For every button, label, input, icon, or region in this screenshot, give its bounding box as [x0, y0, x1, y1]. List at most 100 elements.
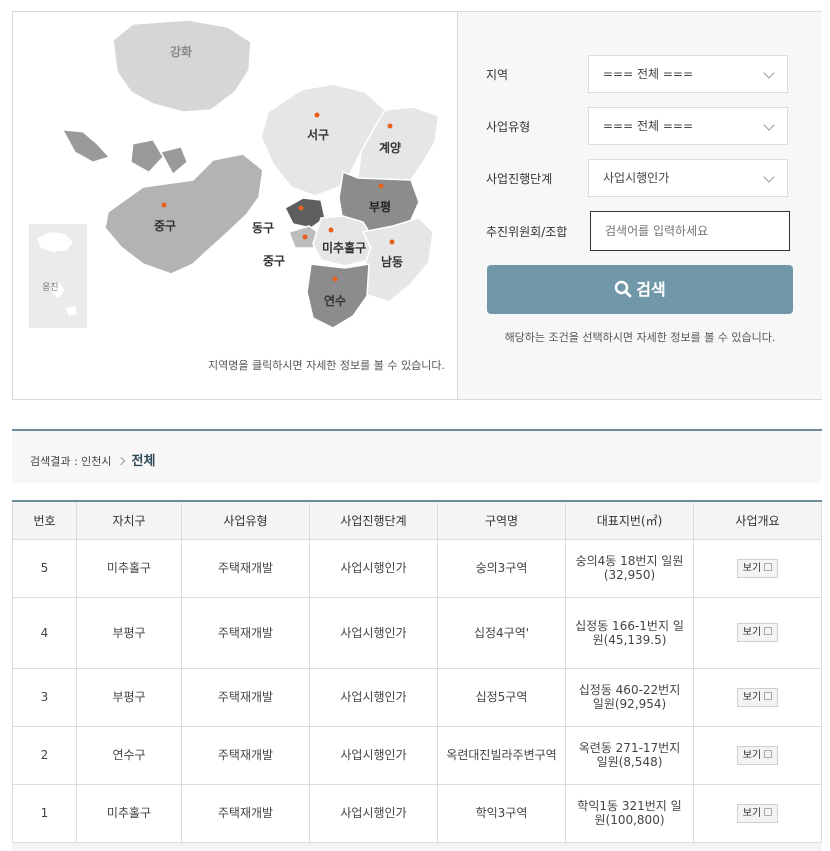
stage-label: 사업진행단계 — [486, 172, 553, 186]
external-link-icon — [764, 807, 773, 816]
cell-overview: 보기 — [693, 783, 822, 843]
chevron-right-icon — [116, 456, 125, 466]
map-label-seo[interactable]: 서구 — [307, 126, 329, 143]
cell-overview: 보기 — [693, 596, 822, 669]
table-row: 2 연수구 주택재개발 사업시행인가 옥련대진빌라주변구역 옥련동 271-17… — [12, 725, 822, 785]
view-button-label: 보기 — [742, 562, 762, 574]
search-button[interactable]: 검색 — [487, 265, 793, 314]
view-button-label: 보기 — [742, 749, 762, 761]
external-link-icon — [764, 691, 773, 700]
chevron-down-icon — [763, 171, 775, 183]
committee-search-input[interactable] — [590, 211, 790, 251]
map-dot-seo — [314, 112, 320, 118]
cell-zone: 십정5구역 — [437, 667, 566, 727]
col-header-lot: 대표지번(㎡) — [565, 501, 694, 540]
search-panel: 옹진 강화 서구 계양 중구 부평 동구 미추홀구 중구 남동 연수 지역명을 … — [12, 11, 822, 400]
chevron-down-icon — [763, 119, 775, 131]
cell-lot: 십정동 166-1번지 일원(45,139.5) — [565, 596, 694, 669]
type-label: 사업유형 — [486, 120, 531, 134]
cell-type: 주택재개발 — [181, 725, 310, 785]
ongjin-islands-graphic — [37, 232, 77, 316]
map-region-jung-big — [104, 153, 264, 275]
cell-lot: 숭의4동 18번지 일원(32,950) — [565, 538, 694, 598]
committee-label: 추진위원회/조합 — [486, 225, 568, 239]
cell-type: 주택재개발 — [181, 667, 310, 727]
table-row: 1 미추홀구 주택재개발 사업시행인가 학익3구역 학익1동 321번지 일원(… — [12, 783, 822, 843]
cell-stage: 사업시행인가 — [309, 596, 438, 669]
map-region-ganghwa — [112, 19, 252, 113]
map-instruction: 지역명을 클릭하시면 자세한 정보를 볼 수 있습니다. — [208, 359, 445, 372]
map-label-yeonsu[interactable]: 연수 — [324, 292, 346, 309]
type-select-value: === 전체 === — [603, 119, 694, 133]
map-dot-bupyeong — [378, 183, 384, 189]
cell-district: 미추홀구 — [76, 783, 182, 843]
type-select[interactable]: === 전체 === — [588, 107, 788, 145]
cell-stage: 사업시행인가 — [309, 783, 438, 843]
region-select-value: === 전체 === — [603, 67, 694, 81]
external-link-icon — [764, 749, 773, 758]
table-row: 4 부평구 주택재개발 사업시행인가 십정4구역' 십정동 166-1번지 일원… — [12, 596, 822, 669]
region-select[interactable]: === 전체 === — [588, 55, 788, 93]
map-region-ongjin[interactable]: 옹진 — [29, 224, 87, 328]
col-header-district: 자치구 — [76, 501, 182, 540]
map-label-gyeyang[interactable]: 계양 — [379, 139, 401, 156]
cell-no: 2 — [12, 725, 77, 785]
table-row: 3 부평구 주택재개발 사업시행인가 십정5구역 십정동 460-22번지 일원… — [12, 667, 822, 727]
search-icon — [615, 280, 632, 298]
incheon-map: 옹진 강화 서구 계양 중구 부평 동구 미추홀구 중구 남동 연수 지역명을 … — [13, 12, 457, 399]
col-header-no: 번호 — [12, 501, 77, 540]
map-label-jung-small[interactable]: 중구 — [263, 252, 285, 269]
cell-lot: 십정동 460-22번지 일원(92,954) — [565, 667, 694, 727]
cell-zone: 학익3구역 — [437, 783, 566, 843]
map-dot-namdong — [389, 239, 395, 245]
cell-zone: 숭의3구역 — [437, 538, 566, 598]
search-form: 지역 === 전체 === 사업유형 === 전체 === 사업진행단계 사업시… — [458, 12, 822, 399]
col-header-type: 사업유형 — [181, 501, 310, 540]
col-header-stage: 사업진행단계 — [309, 501, 438, 540]
view-button-label: 보기 — [742, 627, 762, 638]
map-label-namdong[interactable]: 남동 — [381, 253, 403, 270]
view-button[interactable]: 보기 — [736, 803, 779, 823]
cell-lot: 학익1동 321번지 일원(100,800) — [565, 783, 694, 843]
breadcrumb: 검색결과 : 인천시 전체 — [30, 450, 155, 469]
stage-select[interactable]: 사업시행인가 — [588, 159, 788, 197]
view-button[interactable]: 보기 — [736, 558, 779, 578]
stage-select-value: 사업시행인가 — [603, 171, 670, 185]
cell-zone: 십정4구역' — [437, 596, 566, 669]
map-dot-michuhol — [328, 227, 334, 233]
view-button-label: 보기 — [742, 807, 762, 819]
cell-overview: 보기 — [693, 667, 822, 727]
cell-lot: 옥련동 271-17번지 일원(8,548) — [565, 725, 694, 785]
cell-district: 연수구 — [76, 725, 182, 785]
breadcrumb-prefix: 검색결과 : 인천시 — [30, 455, 112, 468]
view-button[interactable]: 보기 — [736, 623, 779, 642]
cell-no: 4 — [12, 596, 77, 669]
map-island-ongjin-3 — [65, 306, 77, 316]
map-label-ganghwa[interactable]: 강화 — [170, 43, 192, 60]
search-button-label: 검색 — [636, 280, 666, 299]
map-label-dong[interactable]: 동구 — [252, 219, 274, 236]
col-header-zone: 구역명 — [437, 501, 566, 540]
cell-stage: 사업시행인가 — [309, 538, 438, 598]
map-label-bupyeong[interactable]: 부평 — [369, 198, 391, 215]
map-label-michuhol[interactable]: 미추홀구 — [322, 239, 366, 256]
cell-type: 주택재개발 — [181, 596, 310, 669]
col-header-overview: 사업개요 — [693, 501, 822, 540]
cell-stage: 사업시행인가 — [309, 667, 438, 727]
cell-no: 5 — [12, 538, 77, 598]
external-link-icon — [764, 562, 773, 571]
cell-no: 3 — [12, 667, 77, 727]
cell-district: 부평구 — [76, 596, 182, 669]
chevron-down-icon — [763, 67, 775, 79]
table-header-row: 번호 자치구 사업유형 사업진행단계 구역명 대표지번(㎡) 사업개요 — [12, 501, 822, 540]
region-label: 지역 — [486, 68, 509, 82]
view-button[interactable]: 보기 — [736, 745, 779, 765]
map-dot-gyeyang — [387, 123, 393, 129]
map-dot-dong — [298, 205, 304, 211]
map-label-jung-big[interactable]: 중구 — [154, 217, 176, 234]
view-button[interactable]: 보기 — [736, 687, 779, 707]
map-dot-jung-big — [161, 202, 167, 208]
cell-type: 주택재개발 — [181, 538, 310, 598]
result-breadcrumb: 검색결과 : 인천시 전체 — [12, 429, 822, 483]
map-island-ongjin-1 — [37, 232, 73, 252]
